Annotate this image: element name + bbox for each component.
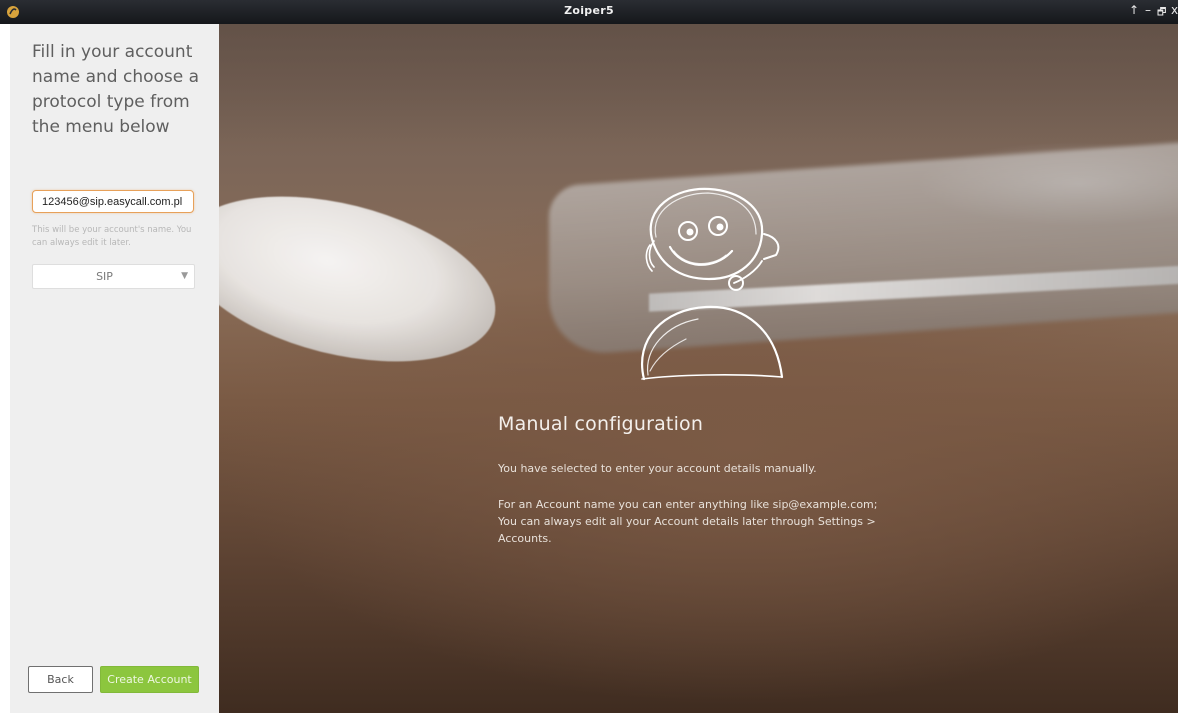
background-blur <box>219 24 1178 144</box>
account-name-hint: This will be your account's name. You ca… <box>32 225 192 248</box>
window-title: Zoiper5 <box>564 4 614 17</box>
create-account-button[interactable]: Create Account <box>100 666 199 693</box>
hero-background: Manual configuration You have selected t… <box>219 24 1178 713</box>
minimize-button[interactable]: – <box>1145 3 1151 17</box>
protocol-select[interactable]: SIP ▼ <box>32 264 195 289</box>
account-name-input[interactable] <box>32 190 194 213</box>
manual-config-details: For an Account name you can enter anythi… <box>498 498 878 545</box>
sidebar: Fill in your account name and choose a p… <box>10 24 219 713</box>
maximize-button[interactable]: 🗗 <box>1157 5 1166 22</box>
manual-config-intro: You have selected to enter your account … <box>498 462 817 475</box>
chevron-down-icon: ▼ <box>181 271 188 281</box>
title-bar: Zoiper5 ↑ – 🗗 x <box>0 0 1178 24</box>
protocol-select-value: SIP <box>96 270 113 283</box>
keep-on-top-icon[interactable]: ↑ <box>1129 3 1139 17</box>
page-instructions: Fill in your account name and choose a p… <box>32 42 200 137</box>
mouse-photo <box>219 167 513 391</box>
back-button[interactable]: Back <box>28 666 93 693</box>
support-avatar-icon <box>641 187 784 381</box>
close-button[interactable]: x <box>1171 3 1178 17</box>
manual-config-title: Manual configuration <box>498 413 704 435</box>
